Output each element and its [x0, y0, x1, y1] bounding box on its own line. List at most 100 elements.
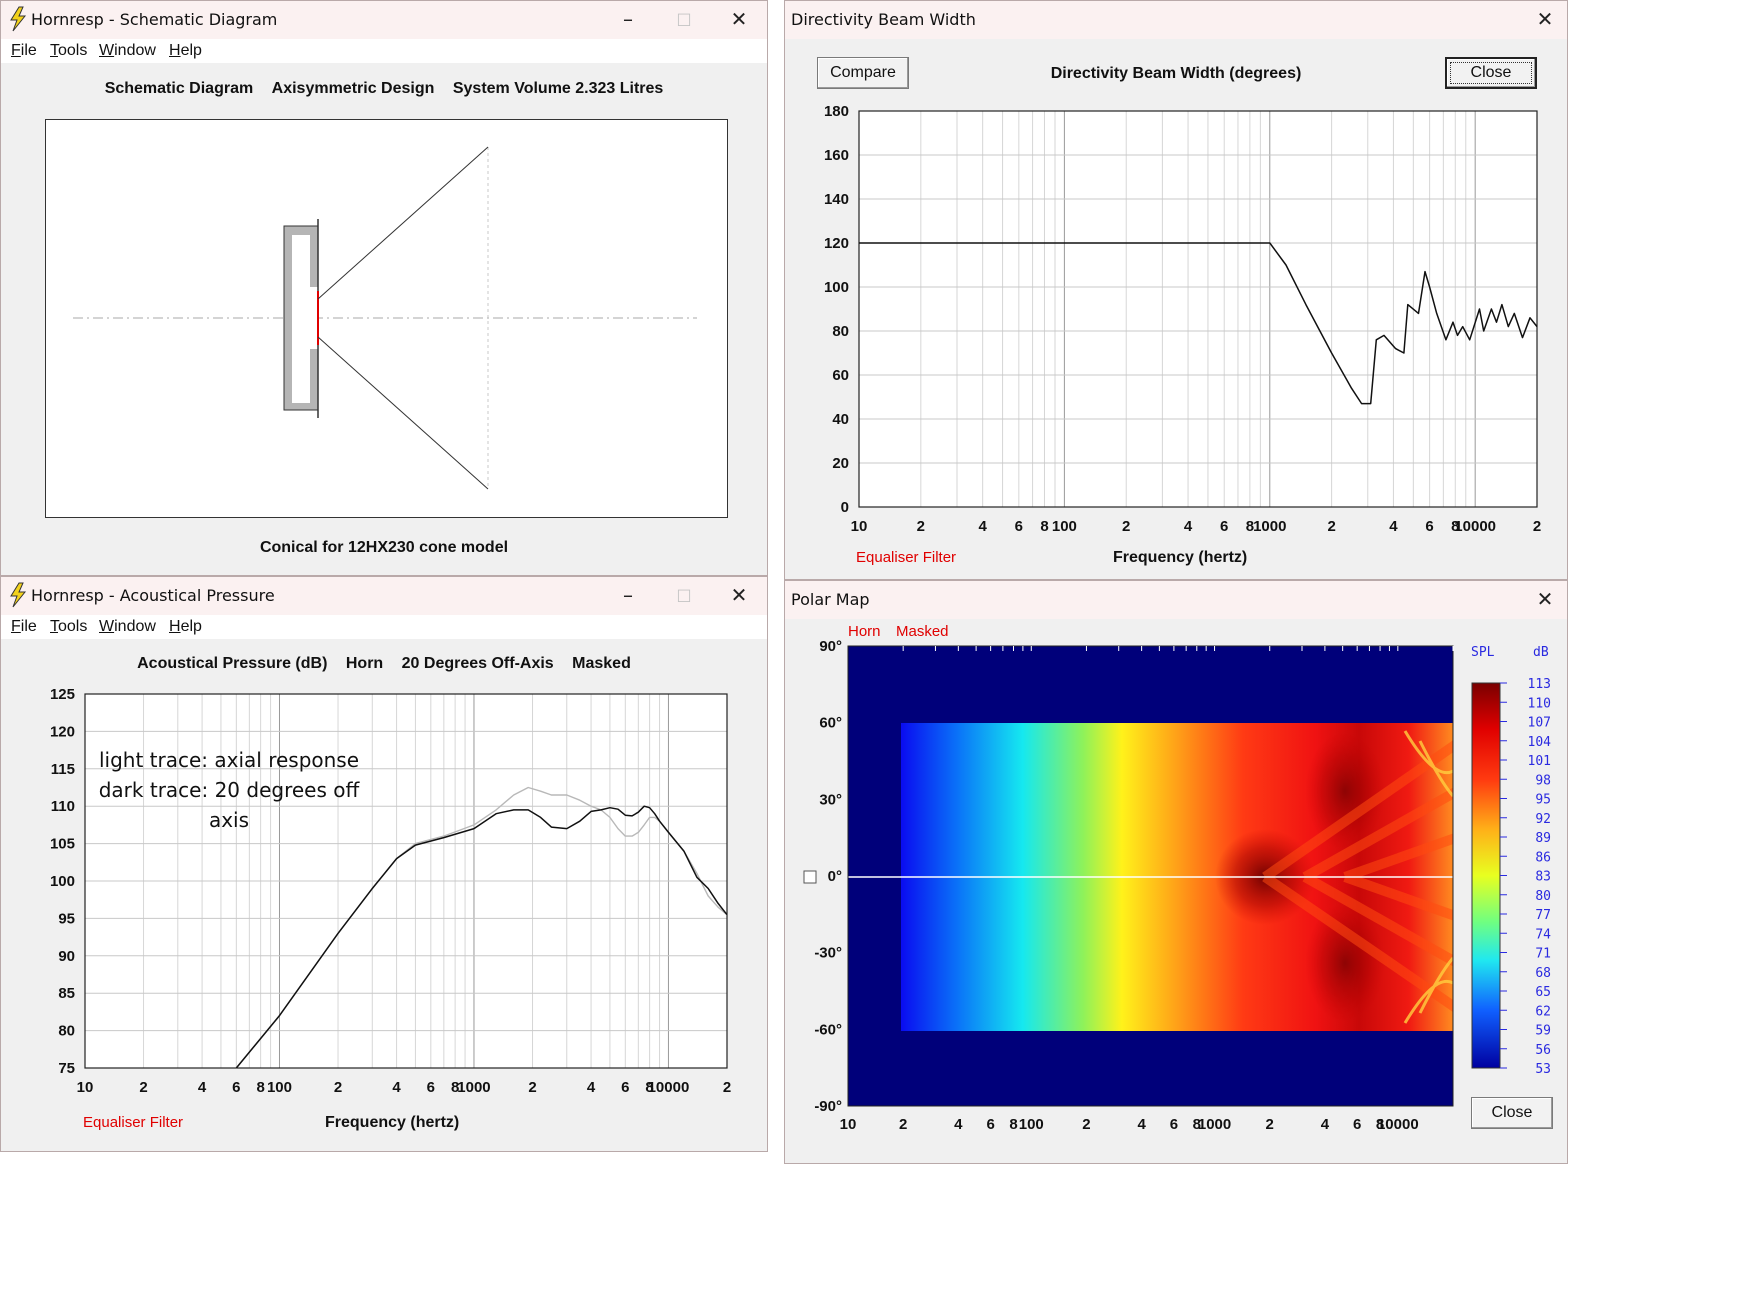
- colorbar-label: 113: [1528, 677, 1551, 692]
- x-tick-label: 4: [1137, 1116, 1146, 1133]
- y-tick-label: -90°: [814, 1098, 842, 1115]
- close-icon[interactable]: ✕: [724, 7, 754, 33]
- y-tick-label: 180: [824, 103, 849, 120]
- colorbar-label: 71: [1535, 947, 1551, 962]
- beam-window: Directivity Beam Width ✕ Compare Directi…: [784, 0, 1568, 580]
- x-tick-label: 6: [1015, 518, 1023, 535]
- y-tick-label: 80: [832, 323, 849, 340]
- x-tick-label: 2: [723, 1079, 731, 1096]
- polar-close-button[interactable]: Close: [1471, 1097, 1553, 1129]
- y-tick-label: 75: [58, 1060, 75, 1077]
- x-tick-label: 2: [917, 518, 925, 535]
- schematic-window: Hornresp - Schematic Diagram – □ ✕ File …: [0, 0, 768, 576]
- x-tick-label: 1000: [1253, 518, 1286, 535]
- y-tick-label: 0: [841, 499, 849, 516]
- colorbar-label: 83: [1535, 870, 1551, 885]
- y-tick-label: 105: [50, 836, 75, 853]
- x-tick-label: 10000: [1454, 518, 1496, 535]
- header-diagram: Schematic Diagram: [104, 80, 254, 97]
- colorbar-label: 86: [1535, 850, 1551, 865]
- x-tick-label: 100: [1052, 518, 1077, 535]
- x-tick-label: 4: [392, 1079, 401, 1096]
- spl-label: SPL: [1471, 645, 1495, 660]
- schematic-titlebar[interactable]: Hornresp - Schematic Diagram – □ ✕: [1, 1, 767, 39]
- colorbar-label: 53: [1535, 1062, 1551, 1077]
- x-tick-label: 4: [978, 518, 987, 535]
- colorbar-label: 89: [1535, 831, 1551, 846]
- x-tick-label: 6: [232, 1079, 240, 1096]
- acoustic-window: Hornresp - Acoustical Pressure – □ ✕ Fil…: [0, 576, 768, 1152]
- colorbar-label: 107: [1528, 716, 1551, 731]
- x-tick-label: 2: [139, 1079, 147, 1096]
- annotation-line-1: light trace: axial response: [98, 748, 360, 772]
- x-tick-label: 2: [899, 1116, 907, 1133]
- y-tick-label: 90: [58, 948, 75, 965]
- colorbar-label: 74: [1535, 927, 1551, 942]
- colorbar-label: 56: [1535, 1043, 1551, 1058]
- y-tick-label: 120: [824, 235, 849, 252]
- menu-file[interactable]: File: [11, 42, 37, 60]
- x-tick-label: 6: [986, 1116, 994, 1133]
- y-tick-label: -30°: [814, 945, 842, 962]
- header-volume: System Volume 2.323 Litres: [452, 80, 664, 97]
- x-tick-label: 10: [77, 1079, 94, 1096]
- x-tick-label: 100: [1019, 1116, 1044, 1133]
- maximize-icon: □: [676, 9, 692, 28]
- x-tick-label: 2: [1122, 518, 1130, 535]
- colorbar-label: 80: [1535, 889, 1551, 904]
- x-tick-label: 10: [840, 1116, 857, 1133]
- minimize-icon[interactable]: –: [613, 7, 643, 33]
- y-tick-label: 20: [832, 455, 849, 472]
- colorbar-label: 95: [1535, 793, 1551, 808]
- annotation-line-3: axis: [208, 808, 250, 832]
- x-tick-label: 4: [198, 1079, 207, 1096]
- x-tick-label: 6: [1353, 1116, 1361, 1133]
- menu-help[interactable]: Help: [169, 42, 202, 60]
- beam-xlabel: Frequency (hertz): [1113, 549, 1248, 566]
- schematic-header: Schematic Diagram Axisymmetric Design Sy…: [1, 80, 767, 98]
- x-tick-label: 10000: [648, 1079, 690, 1096]
- y-tick-label: 100: [824, 279, 849, 296]
- schematic-footer: Conical for 12HX230 cone model: [259, 539, 509, 556]
- x-tick-label: 6: [427, 1079, 435, 1096]
- db-label: dB: [1533, 645, 1549, 660]
- equaliser-filter-label[interactable]: Equaliser Filter: [83, 1114, 183, 1131]
- y-tick-label: 95: [58, 910, 75, 927]
- colorbar-label: 68: [1535, 966, 1551, 981]
- x-tick-label: 4: [1321, 1116, 1330, 1133]
- colorbar-label: 92: [1535, 812, 1551, 827]
- x-tick-label: 2: [334, 1079, 342, 1096]
- colorbar-label: 62: [1535, 1004, 1551, 1019]
- menu-window[interactable]: Window: [99, 42, 156, 60]
- x-tick-label: 2: [1082, 1116, 1090, 1133]
- x-tick-label: 6: [1425, 518, 1433, 535]
- y-tick-label: 80: [58, 1023, 75, 1040]
- y-tick-label: -60°: [814, 1021, 842, 1038]
- y-tick-label: 120: [50, 723, 75, 740]
- beam-chart: 02040608010012014016018010 2 4 6 8 100 2 4 6 8 100…: [824, 103, 1541, 535]
- x-tick-label: 8: [1009, 1116, 1017, 1133]
- polar-map-chart: SPL dB 90°60°30°0°-30°-60°-90°10 2 4 6 8 100 2…: [803, 638, 1551, 1133]
- equaliser-filter-label[interactable]: Equaliser Filter: [856, 549, 956, 566]
- zero-degree-checkbox[interactable]: [803, 870, 817, 884]
- x-tick-label: 2: [1266, 1116, 1274, 1133]
- menu-tools[interactable]: Tools: [50, 42, 87, 60]
- colorbar-label: 59: [1535, 1024, 1551, 1039]
- driver-chamber: [283, 219, 319, 418]
- trace-annotation: light trace: axial response dark trace: …: [98, 745, 360, 835]
- colorbar-label: 77: [1535, 908, 1551, 923]
- colorbar-label: 65: [1535, 985, 1551, 1000]
- menu-bar: File Tools Window Help: [1, 39, 767, 63]
- x-tick-label: 4: [1389, 518, 1398, 535]
- x-tick-label: 4: [587, 1079, 596, 1096]
- polar-window: Polar Map ✕ Horn Masked SPL dB 90° 60° 3…: [784, 580, 1568, 1164]
- header-design: Axisymmetric Design: [271, 80, 435, 97]
- x-tick-label: 10: [851, 518, 868, 535]
- schematic-canvas: [45, 119, 728, 518]
- lightning-icon: [10, 6, 27, 32]
- x-tick-label: 10000: [1377, 1116, 1419, 1133]
- colorbar-label: 98: [1535, 773, 1551, 788]
- y-tick-label: 0°: [828, 868, 842, 885]
- y-tick-label: 100: [50, 873, 75, 890]
- y-tick-label: 115: [51, 761, 75, 778]
